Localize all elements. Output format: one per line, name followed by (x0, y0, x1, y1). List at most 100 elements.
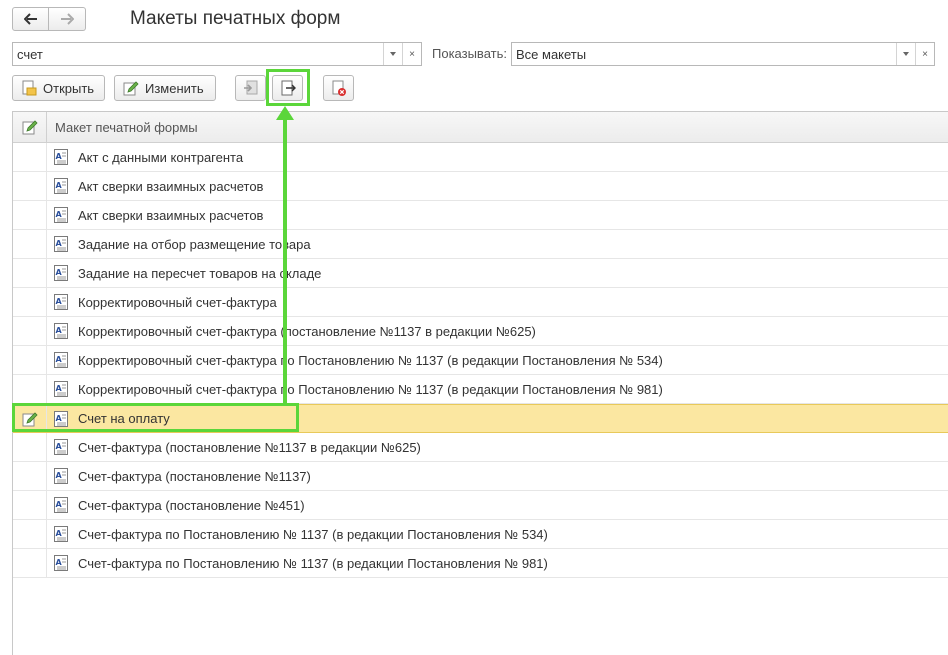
table-row[interactable]: A Задание на отбор размещение товара (13, 230, 948, 259)
import-template-icon (243, 80, 257, 95)
edited-marker-icon (22, 411, 38, 426)
spreadsheet-template-icon: A (54, 381, 68, 397)
table-row[interactable]: A Корректировочный счет-фактура по Поста… (13, 346, 948, 375)
table-header: Макет печатной формы (13, 112, 948, 143)
spreadsheet-template-icon: A (54, 265, 68, 281)
table-row[interactable]: A Акт сверки взаимных расчетов (13, 172, 948, 201)
export-template-icon (281, 80, 296, 96)
table-row[interactable]: A Счет-фактура по Постановлению № 1137 (… (13, 520, 948, 549)
edited-mark-cell (13, 375, 47, 403)
edited-mark-cell (13, 143, 47, 171)
page-title: Макеты печатных форм (130, 8, 341, 29)
filter-select[interactable]: Все макеты × (511, 42, 935, 66)
table-row[interactable]: A Счет-фактура (постановление №451) (13, 491, 948, 520)
import-button[interactable] (235, 75, 266, 101)
edited-column-header[interactable] (13, 112, 47, 142)
row-label: Корректировочный счет-фактура (постановл… (78, 323, 536, 339)
edited-mark-cell (13, 259, 47, 287)
svg-text:A: A (56, 442, 63, 451)
spreadsheet-template-icon: A (54, 236, 68, 252)
svg-text:A: A (56, 239, 63, 248)
templates-table: Макет печатной формы A Акт с данными кон… (12, 111, 948, 655)
edited-mark-cell (13, 462, 47, 490)
svg-text:A: A (56, 326, 63, 335)
spreadsheet-template-icon: A (54, 526, 68, 542)
svg-text:A: A (56, 500, 63, 509)
table-row[interactable]: A Задание на пересчет товаров на складе (13, 259, 948, 288)
forward-button[interactable] (49, 7, 86, 31)
spreadsheet-template-icon: A (54, 323, 68, 339)
chevron-down-icon[interactable] (896, 43, 915, 65)
edited-mark-cell (13, 549, 47, 577)
row-label: Счет-фактура (постановление №1137 в реда… (78, 439, 421, 455)
open-template-icon (22, 80, 37, 96)
edit-pencil-icon (22, 120, 38, 135)
export-button[interactable] (272, 75, 303, 101)
table-row-selected[interactable]: A Счет на оплату (13, 404, 948, 433)
edited-mark-cell (13, 172, 47, 200)
row-label: Задание на пересчет товаров на складе (78, 265, 322, 281)
spreadsheet-template-icon: A (54, 468, 68, 484)
open-button[interactable]: Открыть (12, 75, 105, 101)
svg-text:A: A (56, 471, 63, 480)
spreadsheet-template-icon: A (54, 352, 68, 368)
arrow-right-icon (61, 13, 74, 25)
row-label: Счет-фактура по Постановлению № 1137 (в … (78, 555, 548, 571)
spreadsheet-template-icon: A (54, 410, 68, 427)
row-label: Акт сверки взаимных расчетов (78, 178, 264, 194)
table-row[interactable]: A Счет-фактура (постановление №1137) (13, 462, 948, 491)
edited-mark-cell (13, 230, 47, 258)
row-label: Корректировочный счет-фактура по Постано… (78, 381, 663, 397)
spreadsheet-template-icon: A (54, 497, 68, 513)
filter-label: Показывать: (432, 46, 507, 61)
row-label: Счет на оплату (78, 411, 170, 426)
svg-text:A: A (56, 558, 63, 567)
spreadsheet-template-icon: A (54, 294, 68, 310)
search-input[interactable]: счет × (12, 42, 422, 66)
row-label: Акт с данными контрагента (78, 149, 244, 165)
svg-text:A: A (56, 152, 63, 161)
back-button[interactable] (12, 7, 49, 31)
search-value[interactable]: счет (13, 43, 383, 65)
svg-text:A: A (56, 181, 63, 190)
edited-mark-cell (13, 491, 47, 519)
spreadsheet-template-icon: A (54, 439, 68, 455)
edited-mark-cell (13, 346, 47, 374)
delete-template-icon (332, 80, 346, 96)
highlight-arrow-head (276, 106, 294, 120)
table-row[interactable]: A Корректировочный счет-фактура (постано… (13, 317, 948, 346)
edited-mark-cell (13, 288, 47, 316)
navigation (12, 7, 86, 31)
edited-mark-cell (13, 405, 47, 432)
delete-button[interactable] (323, 75, 354, 101)
clear-icon[interactable]: × (402, 43, 421, 65)
svg-text:A: A (56, 384, 63, 393)
edited-mark-cell (13, 201, 47, 229)
table-row[interactable]: A Акт сверки взаимных расчетов (13, 201, 948, 230)
clear-icon[interactable]: × (915, 43, 934, 65)
row-label: Счет-фактура по Постановлению № 1137 (в … (78, 526, 548, 542)
table-body: A Акт с данными контрагента A Акт сверки… (13, 143, 948, 578)
spreadsheet-template-icon: A (54, 178, 68, 194)
spreadsheet-template-icon: A (54, 555, 68, 571)
row-label: Задание на отбор размещение товара (78, 236, 311, 252)
table-row[interactable]: A Счет-фактура (постановление №1137 в ре… (13, 433, 948, 462)
chevron-down-icon[interactable] (383, 43, 402, 65)
table-row[interactable]: A Акт с данными контрагента (13, 143, 948, 172)
svg-text:A: A (56, 529, 63, 538)
spreadsheet-template-icon: A (54, 207, 68, 223)
svg-text:A: A (56, 268, 63, 277)
table-row[interactable]: A Счет-фактура по Постановлению № 1137 (… (13, 549, 948, 578)
row-label: Корректировочный счет-фактура по Постано… (78, 352, 663, 368)
spreadsheet-template-icon: A (54, 149, 68, 165)
table-row[interactable]: A Корректировочный счет-фактура по Поста… (13, 375, 948, 404)
edit-pencil-icon (123, 81, 139, 96)
edit-button[interactable]: Изменить (114, 75, 216, 101)
table-row[interactable]: A Корректировочный счет-фактура (13, 288, 948, 317)
svg-text:A: A (56, 414, 63, 423)
row-label: Акт сверки взаимных расчетов (78, 207, 264, 223)
open-label: Открыть (43, 80, 95, 96)
svg-text:A: A (56, 210, 63, 219)
column-header-template[interactable]: Макет печатной формы (47, 120, 198, 135)
filter-value[interactable]: Все макеты (512, 43, 896, 65)
